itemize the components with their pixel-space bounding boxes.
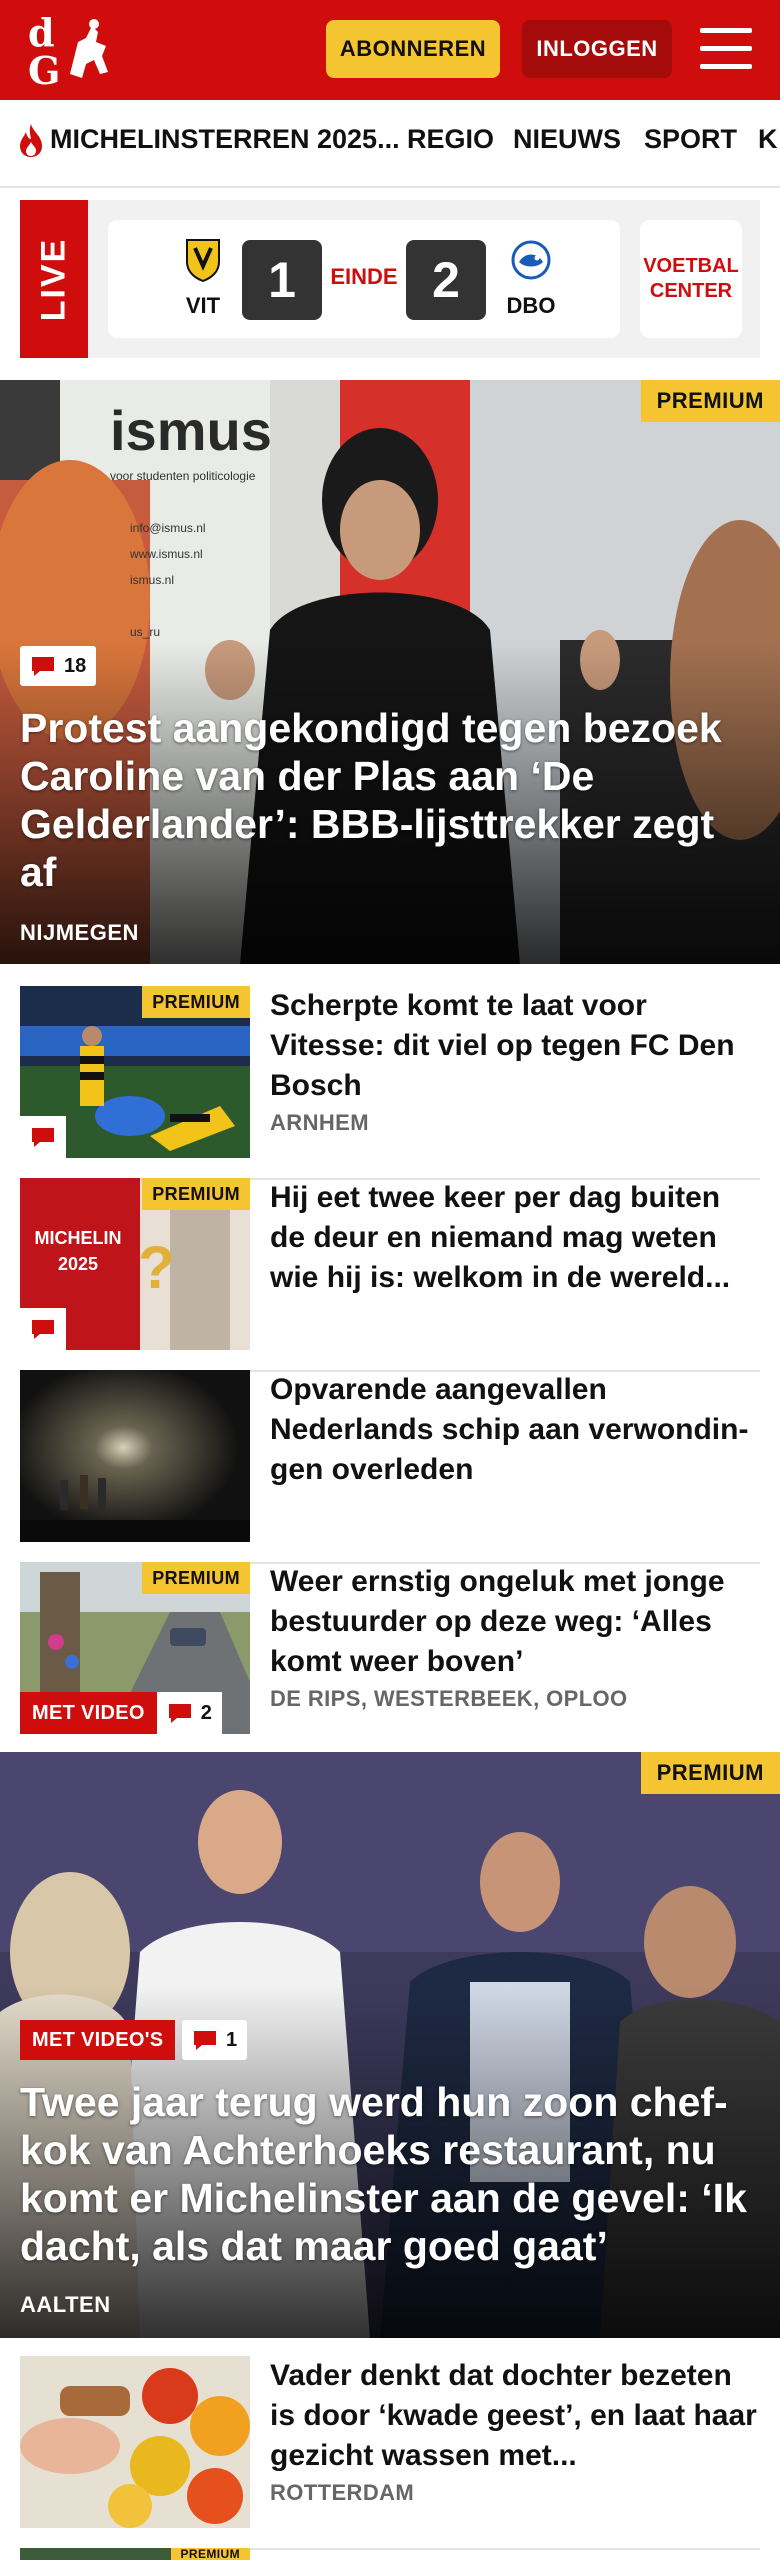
nav-item-michelinsterren[interactable]: MICHELINSTERREN 2025... — [50, 124, 400, 155]
voetbal-center-button[interactable]: VOETBAL CENTER — [640, 220, 742, 338]
subscribe-button[interactable]: ABONNEREN — [326, 20, 500, 78]
hero-title-1: Protest aangekondigd tegen bezoek Caroli… — [20, 705, 722, 895]
hero-title-2: Twee jaar terug werd hun zoon chef-kok v… — [20, 2079, 747, 2269]
list-item[interactable]: Opvarende aangevallen Nederlands schip a… — [20, 1370, 760, 1564]
home-team-name: VIT — [185, 293, 221, 318]
svg-text:www.ismus.nl: www.ismus.nl — [129, 547, 203, 561]
svg-text:ismus: ismus — [110, 399, 272, 462]
premium-badge: PREMIUM — [142, 1562, 250, 1594]
hero-article-1[interactable]: ismus voor studenten politicologie info@… — [0, 380, 780, 964]
svg-text:MICHELIN: MICHELIN — [35, 1228, 122, 1248]
comment-count-badge[interactable]: 18 — [20, 646, 97, 686]
article-thumbnail — [20, 2356, 250, 2528]
article-location: ROTTERDAM — [270, 2480, 415, 2505]
away-team: DBO — [496, 238, 566, 319]
flame-icon — [20, 124, 42, 157]
vitesse-crest-icon — [186, 239, 220, 283]
fc-den-bosch-crest-icon — [511, 240, 551, 280]
article-title: Hij eet twee keer per dag buiten de deur… — [270, 1181, 731, 1294]
live-label: LIVE — [20, 200, 88, 358]
article-thumbnail: PREMIUM MET VIDEO 2 — [20, 1562, 250, 1734]
comment-icon — [32, 657, 54, 676]
video-comment-strip: MET VIDEO 2 — [20, 1692, 222, 1734]
article-title: Vader denkt dat dochter bezeten is door … — [270, 2359, 757, 2472]
match-card[interactable]: VIT 1 EINDE 2 DBO — [108, 220, 620, 338]
svg-text:2025: 2025 — [58, 1254, 98, 1274]
top-bar: d G ABONNEREN INLOGGEN — [0, 0, 780, 100]
hamburger-menu-icon[interactable] — [700, 28, 752, 72]
comment-icon — [20, 1116, 66, 1158]
svg-text:G: G — [28, 48, 60, 90]
svg-text:ismus.nl: ismus.nl — [130, 573, 174, 587]
article-title: Scherpte komt te laat voor Vitesse: dit … — [270, 989, 735, 1102]
live-score-widget: LIVE VIT 1 EINDE 2 DBO VOETBAL CENTER — [20, 200, 760, 358]
premium-badge: PREMIUM — [142, 986, 250, 1018]
list-item[interactable]: PREMIUM MET VIDEO 2 Weer ernstig ongeluk… — [20, 1562, 760, 1756]
home-score: 1 — [242, 240, 322, 320]
video-tag: MET VIDEO — [20, 1692, 157, 1734]
video-tag: MET VIDEO'S — [20, 2020, 176, 2060]
match-status: EINDE — [330, 264, 398, 289]
away-team-name: DBO — [506, 293, 556, 318]
night-ship-photo — [20, 1370, 250, 1542]
hero-location-2: AALTEN — [20, 2292, 111, 2317]
nav-item-more[interactable]: K — [758, 124, 778, 155]
comment-icon — [20, 1308, 66, 1350]
article-thumbnail: PREMIUM — [20, 986, 250, 1158]
hero-article-2[interactable]: PREMIUM MET VIDEO'S 1 Twee jaar terug we… — [0, 1752, 780, 2338]
svg-text:voor studenten politicologie: voor studenten politicologie — [110, 469, 256, 483]
dg-logo-icon[interactable]: d G — [22, 12, 118, 90]
list-item[interactable]: MICHELIN 2025 ? PREMIUM Hij eet twee kee… — [20, 1178, 760, 1372]
comment-count-badge: 2 — [156, 1692, 222, 1734]
svg-text:info@ismus.nl: info@ismus.nl — [130, 521, 206, 535]
nav-item-nieuws[interactable]: NIEUWS — [513, 124, 621, 155]
article-title: Opvarende aangevallen Nederlands schip a… — [270, 1373, 749, 1486]
article-thumbnail — [20, 1370, 250, 1542]
hero-location-1: NIJMEGEN — [20, 920, 139, 945]
comment-count-badge[interactable]: 1 — [182, 2020, 248, 2060]
list-item[interactable]: PREMIUM Scherpte komt te laat voor Vites… — [20, 986, 760, 1180]
article-location: ARNHEM — [270, 1110, 369, 1135]
article-thumbnail: MICHELIN 2025 ? PREMIUM — [20, 1178, 250, 1350]
section-nav: MICHELINSTERREN 2025... REGIO NIEUWS SPO… — [0, 100, 780, 188]
away-score: 2 — [406, 240, 486, 320]
article-title: Weer ernstig ongeluk met jonge bestuurde… — [270, 1565, 725, 1678]
peppers-photo — [20, 2356, 250, 2528]
nav-item-regio[interactable]: REGIO — [407, 124, 494, 155]
svg-text:us_ru: us_ru — [130, 625, 160, 639]
article-location: DE RIPS, WESTERBEEK, OPLOO — [270, 1686, 628, 1711]
nav-item-sport[interactable]: SPORT — [644, 124, 737, 155]
premium-badge: PREMIUM — [640, 380, 780, 422]
comment-icon — [168, 1704, 191, 1723]
premium-badge: PREMIUM — [640, 1752, 780, 1794]
premium-badge: PREMIUM — [142, 1178, 250, 1210]
article-thumbnail-partial: PREMIUM — [20, 2548, 250, 2560]
login-button[interactable]: INLOGGEN — [522, 20, 672, 78]
list-item[interactable]: Vader denkt dat dochter bezeten is door … — [20, 2356, 760, 2550]
home-team: VIT — [168, 238, 238, 319]
svg-text:?: ? — [138, 1234, 175, 1301]
premium-badge: PREMIUM — [170, 2548, 250, 2560]
comment-icon — [194, 2031, 216, 2050]
